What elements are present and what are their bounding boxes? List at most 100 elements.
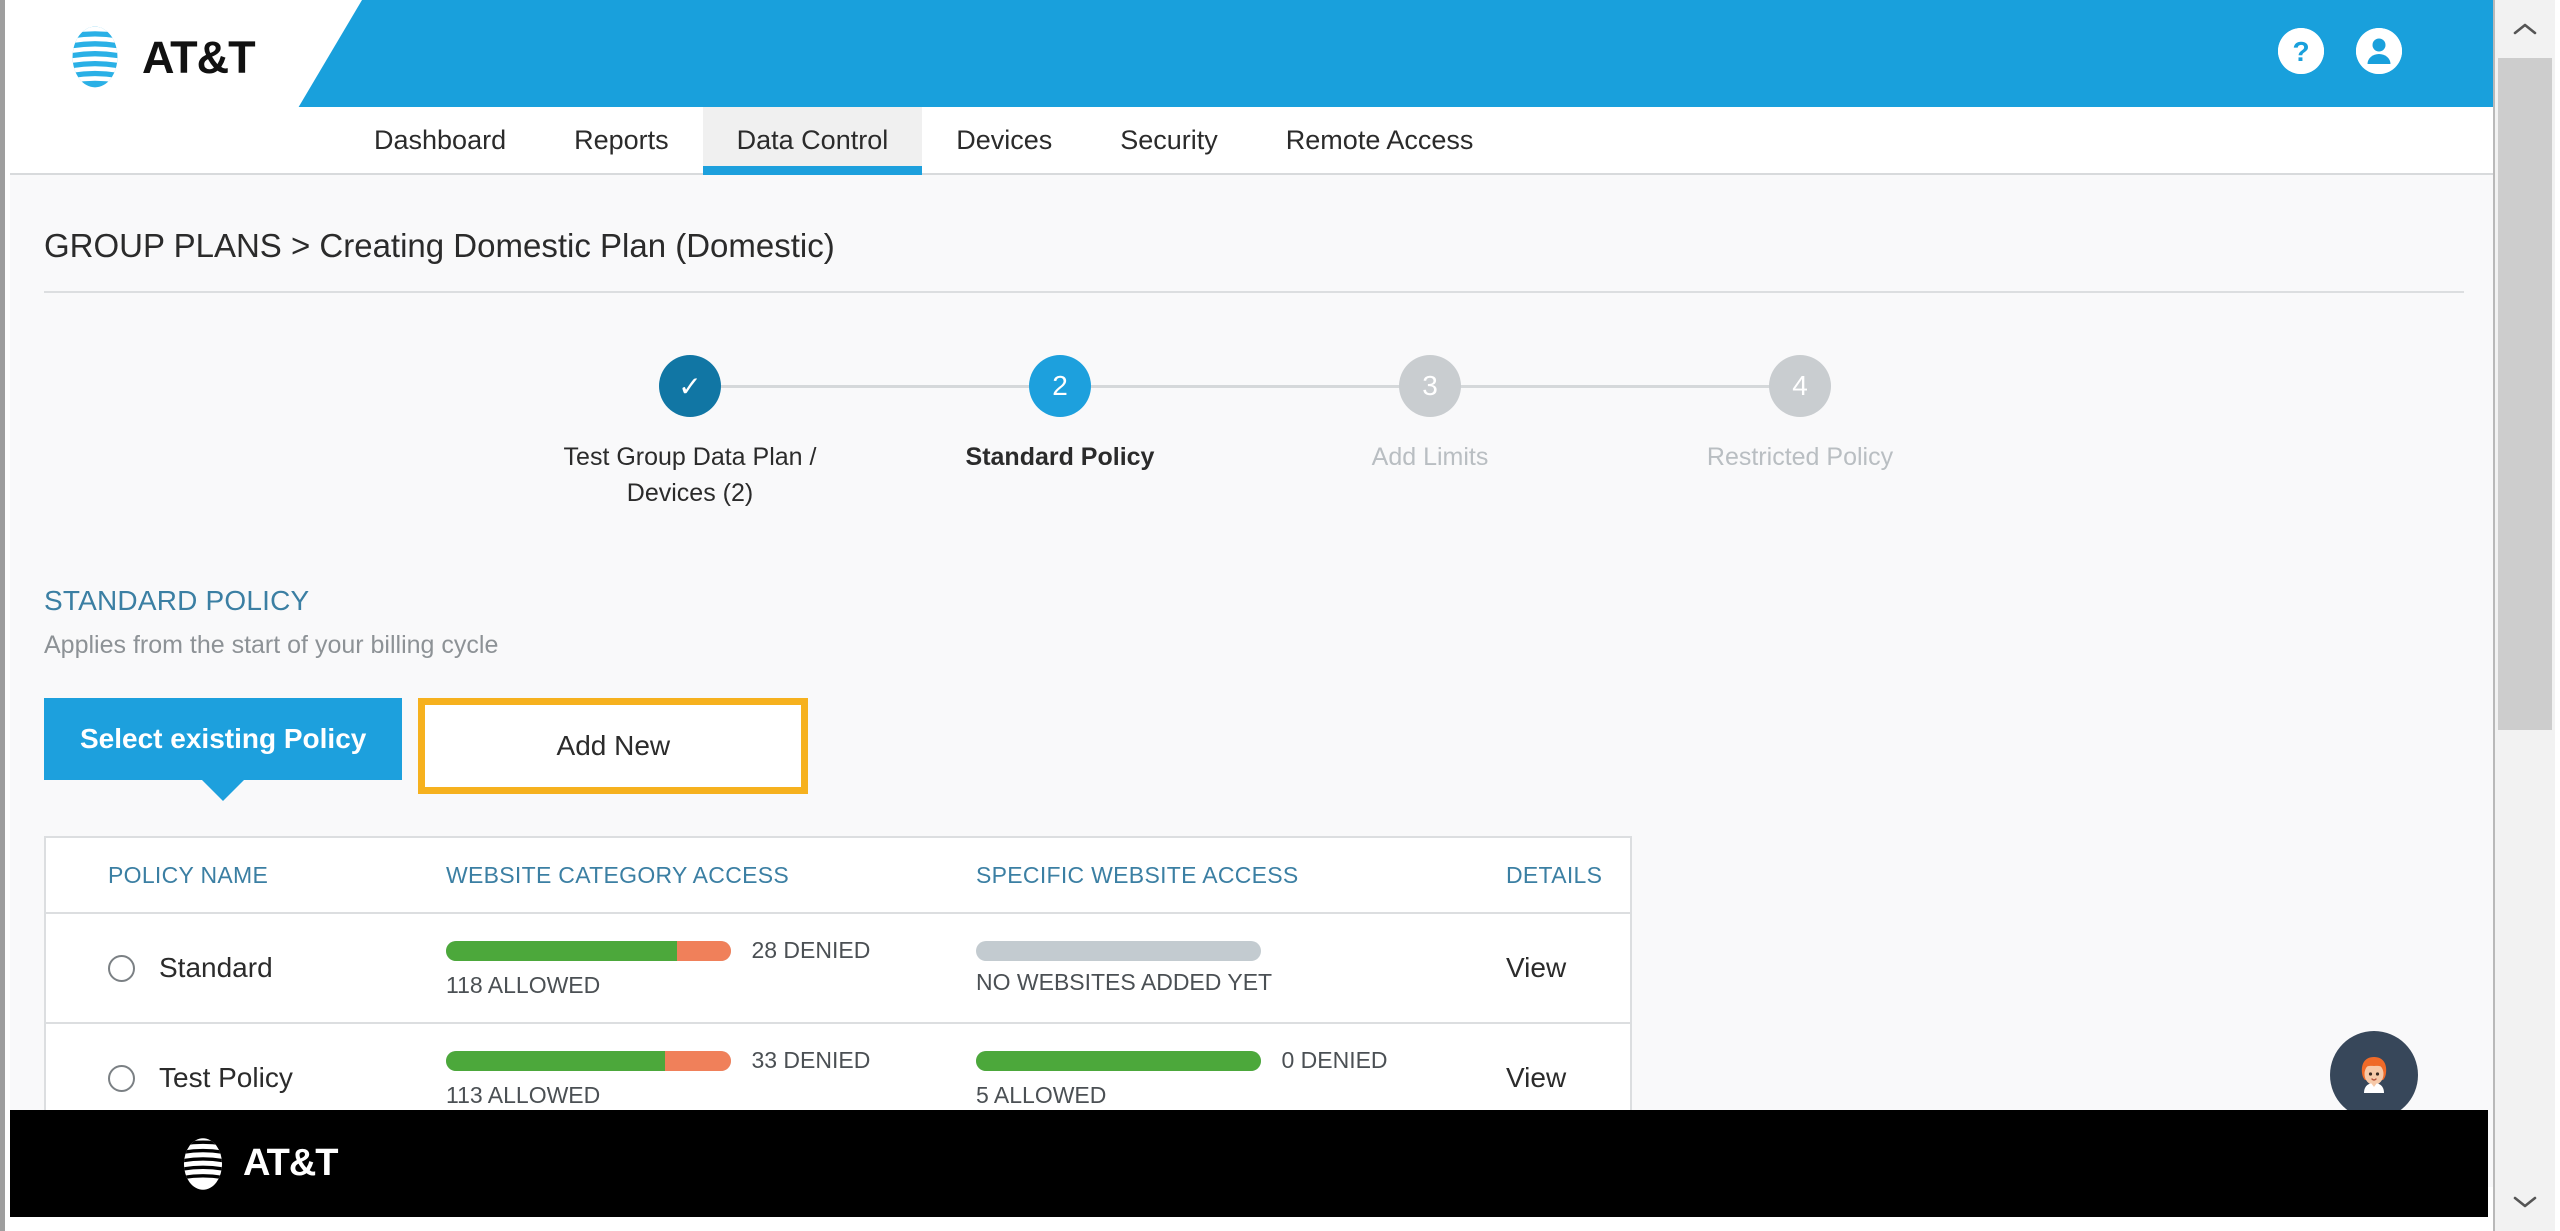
section-subtitle: Applies from the start of your billing c…	[44, 631, 499, 659]
add-new-policy-highlight: Add New	[418, 698, 809, 794]
select-existing-policy-label: Select existing Policy	[80, 723, 367, 754]
site-empty-label: NO WEBSITES ADDED YET	[976, 968, 1273, 995]
step-connector-3	[1430, 385, 1770, 388]
page-root: AT&T ? Dashboard Reports Data Control De…	[10, 0, 2498, 1231]
policy-name: Test Policy	[159, 1062, 293, 1093]
col-policy-name: POLICY NAME	[108, 861, 269, 888]
add-new-policy-label: Add New	[556, 730, 671, 761]
col-website-category-access: WEBSITE CATEGORY ACCESS	[446, 861, 790, 888]
step-label: Test Group Data Plan / Devices (2)	[563, 443, 817, 508]
stepper-track: ✓ Test Group Data Plan / Devices (2) 2 S…	[564, 355, 1893, 585]
vertical-scrollbar[interactable]	[2493, 0, 2555, 1231]
step-marker: 2	[1029, 355, 1091, 417]
nav-item-data-control[interactable]: Data Control	[702, 107, 923, 192]
virtual-assistant-button[interactable]	[2330, 1031, 2418, 1119]
bar-segment-allowed	[446, 1050, 666, 1071]
nav-item-dashboard[interactable]: Dashboard	[340, 107, 540, 173]
category-allowed-label: 113 ALLOWED	[446, 1082, 601, 1108]
chevron-down-icon	[2513, 1196, 2537, 1208]
nav-label: Security	[1120, 124, 1218, 155]
category-access-bar	[446, 940, 731, 961]
bar-segment-allowed	[976, 1050, 1261, 1071]
step-marker: 3	[1399, 355, 1461, 417]
footer-att-wordmark: AT&T	[243, 1142, 338, 1184]
step-connector-1	[690, 385, 1030, 388]
main-navigation: Dashboard Reports Data Control Devices S…	[10, 107, 2498, 192]
policy-table: POLICY NAME WEBSITE CATEGORY ACCESS SPEC…	[44, 836, 1632, 1134]
nav-label: Devices	[956, 124, 1053, 155]
account-glyph	[2356, 28, 2402, 74]
col-specific-website-access: SPECIFIC WEBSITE ACCESS	[976, 861, 1299, 888]
step-connector-2	[1060, 385, 1400, 388]
scroll-up-button[interactable]	[2495, 0, 2555, 58]
view-details-link[interactable]: View	[1506, 1062, 1566, 1093]
wizard-step-3[interactable]: 3 Add Limits	[1280, 355, 1580, 475]
specific-website-access-cell: NO WEBSITES ADDED YET	[976, 940, 1506, 996]
help-glyph: ?	[2278, 28, 2324, 74]
wizard-stepper: ✓ Test Group Data Plan / Devices (2) 2 S…	[10, 355, 2498, 585]
site-access-bar	[976, 940, 1261, 961]
step-marker: ✓	[659, 355, 721, 417]
view-details-link[interactable]: View	[1506, 952, 1566, 983]
step-marker: 4	[1769, 355, 1831, 417]
category-denied-label: 33 DENIED	[751, 1047, 871, 1073]
nav-item-security[interactable]: Security	[1086, 107, 1252, 173]
wizard-step-1[interactable]: ✓ Test Group Data Plan / Devices (2)	[540, 355, 840, 512]
nav-label: Data Control	[736, 124, 889, 155]
col-details: DETAILS	[1506, 861, 1603, 888]
window-left-border	[0, 0, 10, 1231]
select-existing-policy-tab[interactable]: Select existing Policy	[44, 698, 403, 801]
help-icon[interactable]: ?	[2278, 28, 2324, 74]
category-denied-label: 28 DENIED	[751, 937, 871, 963]
page-content: GROUP PLANS > Creating Domestic Plan (Do…	[10, 175, 2498, 1187]
site-access-bar	[976, 1050, 1261, 1071]
table-row[interactable]: Standard 28 DENIED 118 ALLOWED NO WEBSIT…	[46, 914, 1630, 1024]
chevron-up-icon	[2513, 23, 2537, 35]
website-category-access-cell: 28 DENIED 118 ALLOWED	[446, 937, 976, 999]
nav-active-underline	[702, 166, 923, 175]
att-globe-icon	[72, 26, 118, 88]
nav-item-remote-access[interactable]: Remote Access	[1252, 107, 1508, 173]
specific-website-access-cell: 0 DENIED 5 ALLOWED	[976, 1047, 1506, 1109]
step-label: Add Limits	[1371, 443, 1489, 471]
nav-item-reports[interactable]: Reports	[540, 107, 703, 173]
policy-name: Standard	[159, 952, 273, 983]
header-actions: ?	[2278, 28, 2402, 74]
nav-label: Reports	[574, 124, 669, 155]
policy-source-tabs: Select existing Policy Add New	[44, 698, 2498, 801]
breadcrumb-wrap: GROUP PLANS > Creating Domestic Plan (Do…	[10, 175, 2498, 265]
site-allowed-label: 5 ALLOWED	[976, 1082, 1107, 1108]
nav-item-devices[interactable]: Devices	[922, 107, 1086, 173]
bar-segment-denied	[676, 940, 731, 961]
att-wordmark: AT&T	[142, 31, 256, 83]
account-icon[interactable]	[2356, 28, 2402, 74]
policy-table-header: POLICY NAME WEBSITE CATEGORY ACCESS SPEC…	[46, 838, 1630, 914]
tab-active-caret-icon	[202, 780, 245, 801]
browser-window: AT&T ? Dashboard Reports Data Control De…	[0, 0, 2560, 1231]
bar-segment-allowed	[446, 940, 677, 961]
site-denied-label: 0 DENIED	[1281, 1047, 1388, 1073]
website-category-access-cell: 33 DENIED 113 ALLOWED	[446, 1047, 976, 1109]
wizard-step-2[interactable]: 2 Standard Policy	[910, 355, 1210, 475]
breadcrumb[interactable]: GROUP PLANS > Creating Domestic Plan (Do…	[44, 227, 2498, 265]
step-label: Standard Policy	[965, 443, 1155, 471]
add-new-policy-tab[interactable]: Add New	[428, 708, 799, 784]
wizard-step-4[interactable]: 4 Restricted Policy	[1650, 355, 1950, 475]
policy-radio[interactable]	[108, 954, 135, 982]
nav-label: Remote Access	[1285, 124, 1474, 155]
step-label: Restricted Policy	[1706, 443, 1894, 471]
att-globe-icon	[183, 1137, 223, 1190]
bar-segment-denied	[665, 1050, 731, 1071]
section-title: STANDARD POLICY	[44, 585, 310, 616]
att-logo[interactable]: AT&T	[62, 24, 256, 90]
scroll-down-button[interactable]	[2495, 1173, 2555, 1231]
policy-radio[interactable]	[108, 1064, 135, 1092]
scrollbar-thumb[interactable]	[2498, 58, 2552, 730]
page-footer: AT&T	[10, 1110, 2488, 1217]
category-allowed-label: 118 ALLOWED	[446, 972, 601, 998]
svg-text:?: ?	[2292, 36, 2309, 67]
breadcrumb-divider	[44, 291, 2464, 293]
category-access-bar	[446, 1050, 731, 1071]
footer-att-logo: AT&T	[175, 1133, 338, 1195]
nav-label: Dashboard	[374, 124, 507, 155]
